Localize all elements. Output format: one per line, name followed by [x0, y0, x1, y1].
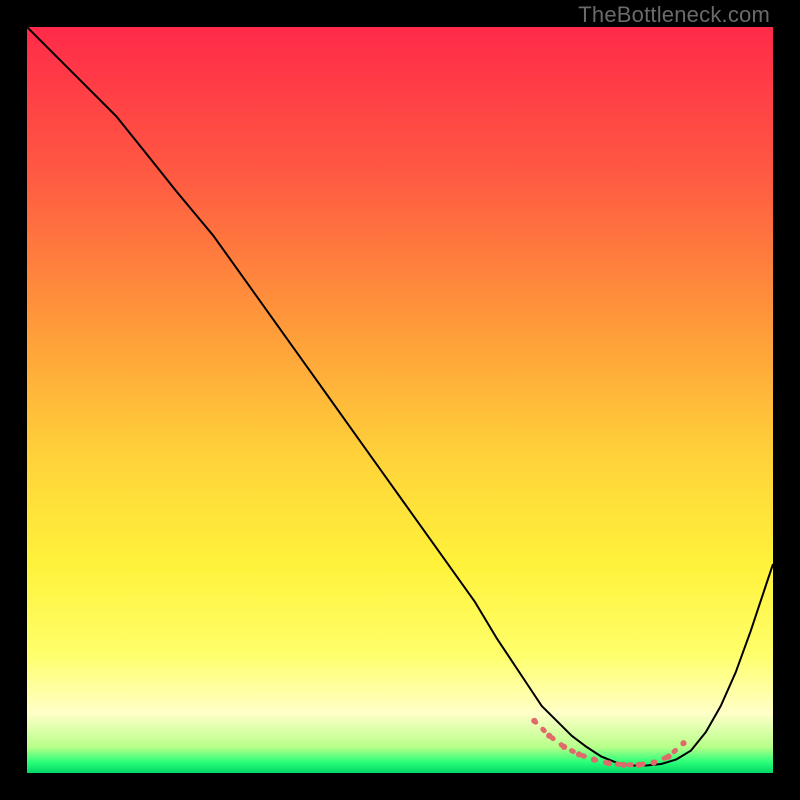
gradient-background [27, 27, 773, 773]
chart-frame [27, 27, 773, 773]
watermark-text: TheBottleneck.com [578, 2, 770, 28]
bottleneck-chart [27, 27, 773, 773]
